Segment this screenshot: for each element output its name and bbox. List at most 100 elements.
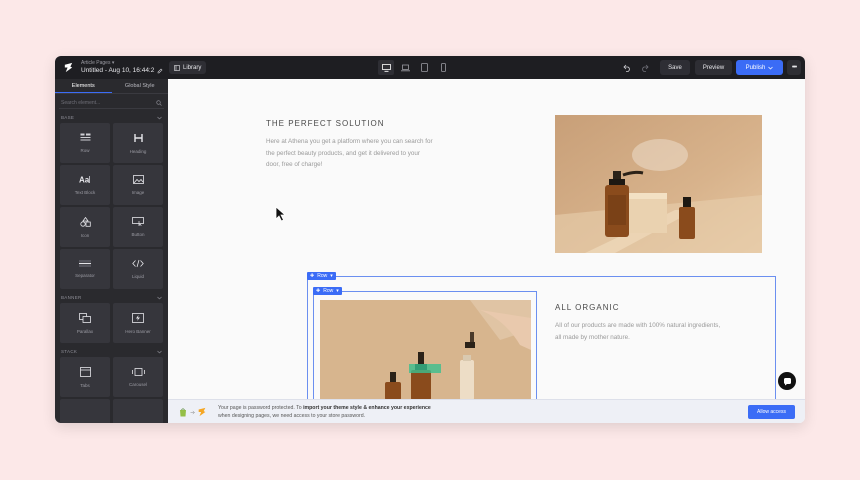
app-logo-icon[interactable] bbox=[57, 56, 79, 79]
element-label: Parallax bbox=[76, 328, 94, 334]
inner-row-tag[interactable]: ✚ Row ▾ bbox=[313, 287, 342, 295]
move-icon: ✚ bbox=[310, 273, 315, 279]
password-protection-banner: Your page is password protected. To impo… bbox=[168, 399, 805, 423]
page-canvas[interactable]: THE PERFECT SOLUTION Here at Athena you … bbox=[168, 79, 805, 399]
carousel-icon bbox=[131, 367, 145, 376]
library-label: Library bbox=[183, 64, 202, 71]
chat-support-button[interactable] bbox=[778, 372, 796, 390]
element-tabs[interactable]: Tabs bbox=[60, 357, 110, 397]
arrow-right-icon bbox=[190, 410, 195, 414]
text-line: All of our products are made with 100% n… bbox=[555, 322, 721, 329]
element-row[interactable]: Row bbox=[60, 123, 110, 163]
section-stack[interactable]: STACK bbox=[55, 346, 168, 357]
sidebar-tabs: Elements Global Style bbox=[55, 79, 168, 94]
element-more-1[interactable] bbox=[60, 399, 110, 423]
chevron-down-icon bbox=[157, 350, 162, 353]
element-text-block[interactable]: Aa Text Block bbox=[60, 165, 110, 205]
breadcrumb[interactable]: Article Pages ▾ bbox=[81, 60, 163, 66]
laptop-icon[interactable] bbox=[397, 60, 413, 75]
banner-text-prefix: Your page is password protected. To bbox=[218, 405, 304, 411]
redo-icon[interactable] bbox=[638, 60, 652, 75]
element-icon[interactable]: Icon bbox=[60, 207, 110, 247]
text-line: Here at Athena you get a platform where … bbox=[266, 138, 433, 145]
text-line: all made by mother nature. bbox=[555, 333, 630, 341]
mouse-cursor-icon bbox=[275, 206, 287, 222]
parallax-icon bbox=[79, 312, 91, 323]
element-label: Liquid bbox=[131, 274, 144, 279]
element-parallax[interactable]: Parallax bbox=[60, 303, 110, 343]
element-button[interactable]: Button bbox=[113, 207, 163, 247]
element-carousel[interactable]: Carousel bbox=[113, 357, 163, 397]
pencil-icon[interactable] bbox=[157, 68, 163, 74]
element-label: Text Block bbox=[74, 190, 96, 195]
preview-button[interactable]: Preview bbox=[695, 60, 732, 75]
element-image[interactable]: Image bbox=[113, 165, 163, 205]
tab-global-style[interactable]: Global Style bbox=[112, 79, 169, 93]
mobile-icon[interactable] bbox=[435, 60, 451, 75]
banner-message: Your page is password protected. To impo… bbox=[218, 405, 431, 420]
banner-text-bold: import your theme style & enhance your e… bbox=[303, 405, 431, 411]
shopify-icon bbox=[180, 408, 186, 417]
text-line: door, free of charge! bbox=[266, 161, 323, 168]
chevron-down-icon bbox=[157, 116, 162, 119]
section-text-perfect-solution[interactable]: Here at Athena you get a platform where … bbox=[266, 136, 433, 171]
element-label: Hero Banner bbox=[125, 328, 151, 334]
element-search bbox=[59, 97, 164, 109]
integration-icons bbox=[178, 407, 207, 417]
product-image-dropper[interactable] bbox=[320, 300, 531, 399]
element-liquid[interactable]: Liquid bbox=[113, 249, 163, 289]
undo-icon[interactable] bbox=[620, 60, 634, 75]
allow-access-button[interactable]: Allow access bbox=[748, 405, 795, 419]
chevron-down-icon bbox=[157, 296, 162, 299]
element-separator[interactable]: Separator bbox=[60, 249, 110, 289]
element-heading[interactable]: Heading bbox=[113, 123, 163, 163]
publish-button[interactable]: Publish bbox=[736, 60, 783, 75]
text-block-icon: Aa bbox=[79, 176, 90, 185]
chat-icon bbox=[783, 377, 791, 385]
section-text-all-organic[interactable]: All of our products are made with 100% n… bbox=[555, 320, 720, 343]
text-line: the perfect beauty products, and get it … bbox=[266, 149, 421, 157]
history-controls bbox=[620, 60, 652, 75]
element-more-2[interactable] bbox=[113, 399, 163, 423]
row-tag-label: Row bbox=[323, 288, 334, 294]
desktop-icon[interactable] bbox=[378, 60, 394, 75]
tablet-icon[interactable] bbox=[416, 60, 432, 75]
chevron-down-icon bbox=[768, 66, 774, 69]
stack-elements-grid: Tabs Carousel bbox=[55, 357, 168, 423]
section-title: BANNER bbox=[61, 295, 82, 300]
svg-text:Aa: Aa bbox=[79, 176, 90, 185]
shapes-icon bbox=[79, 216, 91, 227]
base-elements-grid: Row Heading Aa Text Block Image Icon But… bbox=[55, 123, 168, 289]
element-label: Carousel bbox=[128, 381, 147, 387]
document-info[interactable]: Article Pages ▾ Untitled - Aug 10, 16:44… bbox=[81, 60, 163, 75]
library-icon bbox=[174, 64, 180, 71]
heading-icon bbox=[133, 133, 143, 142]
chevron-down-icon: ▾ bbox=[336, 288, 339, 294]
library-button[interactable]: Library bbox=[169, 61, 207, 74]
device-switcher bbox=[378, 60, 451, 75]
element-hero-banner[interactable]: Hero Banner bbox=[113, 303, 163, 343]
row-icon bbox=[80, 133, 90, 141]
row-tag[interactable]: ✚ Row ▾ bbox=[307, 272, 336, 280]
element-label: Heading bbox=[129, 148, 147, 154]
product-image-serum-bottles[interactable] bbox=[555, 115, 762, 253]
elements-sidebar: Elements Global Style BASE Row Heading A… bbox=[55, 79, 168, 423]
button-icon bbox=[132, 217, 144, 226]
section-banner[interactable]: BANNER bbox=[55, 292, 168, 303]
element-label: Button bbox=[131, 232, 145, 237]
page-name: Untitled - Aug 10, 16:44:2 bbox=[81, 66, 155, 74]
section-title: BASE bbox=[61, 115, 75, 120]
section-heading-perfect-solution[interactable]: THE PERFECT SOLUTION bbox=[266, 119, 385, 128]
chevron-down-icon: ▾ bbox=[330, 273, 333, 279]
search-input[interactable] bbox=[61, 99, 151, 106]
section-base[interactable]: BASE bbox=[55, 112, 168, 123]
section-heading-all-organic[interactable]: ALL ORGANIC bbox=[555, 303, 620, 312]
more-options-button[interactable]: ••• bbox=[787, 60, 801, 75]
element-label: Row bbox=[80, 148, 90, 153]
search-icon[interactable] bbox=[156, 99, 162, 106]
app-logo-icon bbox=[198, 407, 206, 417]
tab-elements[interactable]: Elements bbox=[55, 79, 112, 93]
element-label: Image bbox=[131, 190, 145, 195]
save-button[interactable]: Save bbox=[660, 60, 690, 75]
image-icon bbox=[132, 175, 144, 184]
